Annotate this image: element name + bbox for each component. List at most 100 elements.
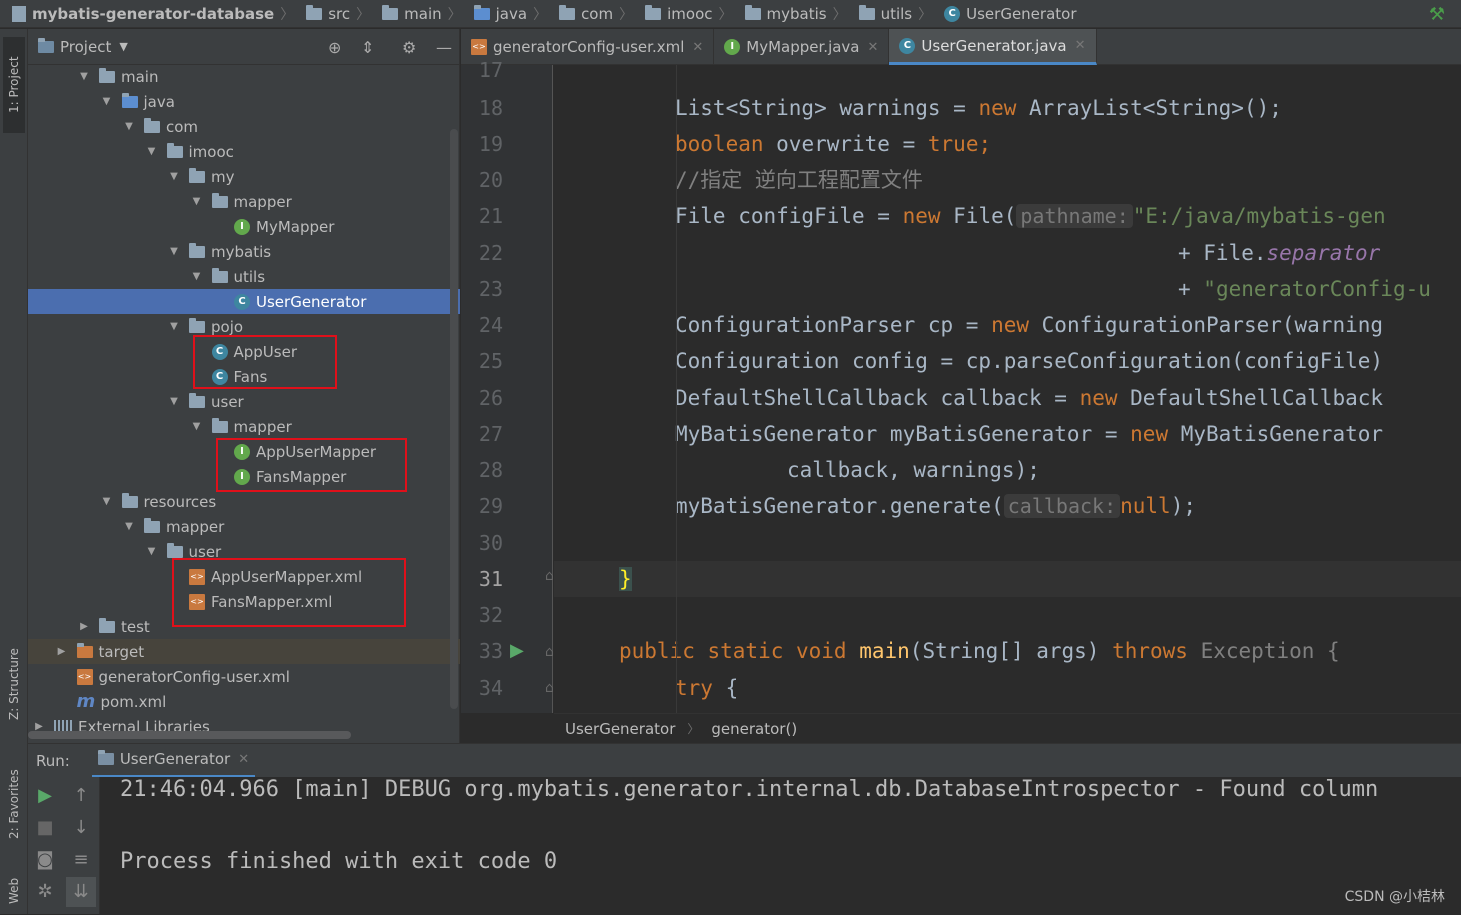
tree-item[interactable]: m pom.xml [28, 689, 460, 714]
breadcrumb-file[interactable]: C UserGenerator [940, 0, 1080, 28]
collapse-all-icon[interactable]: ⇕ [361, 38, 374, 57]
stop-icon[interactable]: ■ [34, 817, 56, 838]
expand-arrow-icon[interactable]: ▼ [167, 321, 181, 332]
expand-arrow-icon[interactable]: ▼ [190, 196, 204, 207]
fold-icon[interactable]: ⌂ [545, 680, 554, 696]
breadcrumb-project[interactable]: mybatis-generator-database 〉 [0, 0, 302, 28]
line-number: 25 [478, 349, 503, 373]
tree-item-label: user [211, 392, 244, 411]
tree-item-label: mapper [233, 192, 292, 211]
expand-arrow-icon[interactable]: ▼ [167, 171, 181, 182]
run-tab-usergenerator[interactable]: UserGenerator ✕ [91, 744, 256, 778]
close-icon[interactable]: ✕ [692, 40, 703, 55]
rerun-icon[interactable]: ▶ [34, 785, 56, 806]
tree-item[interactable]: ▶ target [28, 639, 460, 664]
code-line: File configFile = new File(pathname: "E:/… [675, 204, 1386, 228]
tool-tab-structure[interactable]: Z: Structure [3, 629, 25, 739]
expand-arrow-icon[interactable]: ▼ [167, 246, 181, 257]
tree-item-label: utils [233, 267, 266, 286]
breadcrumb-java[interactable]: java 〉 [470, 0, 555, 28]
line-number: 22 [478, 241, 503, 265]
tree-item[interactable]: I MyMapper [28, 214, 460, 239]
breadcrumb-utils[interactable]: utils 〉 [855, 0, 941, 28]
code-breadcrumb-class[interactable]: UserGenerator [565, 720, 675, 738]
expand-arrow-icon[interactable]: ▼ [167, 396, 181, 407]
tab-mymapper-java[interactable]: I MyMapper.java ✕ [714, 29, 890, 65]
arrow-down-icon[interactable]: ↓ [70, 817, 92, 838]
run-toolbar: ▶ ↑ ■ ↓ ◙ ≡ ✲ ⇊ [28, 777, 100, 914]
expand-arrow-icon[interactable]: ▼ [190, 271, 204, 282]
xml-file-icon: <> [76, 668, 93, 685]
build-hammer-icon[interactable]: ⚒ [1429, 4, 1445, 25]
collapse-arrow-icon[interactable]: ▶ [77, 621, 91, 632]
package-icon [559, 4, 576, 20]
scroll-to-end-icon[interactable]: ⇊ [66, 877, 96, 907]
target-folder-icon [76, 642, 93, 658]
run-gutter-icon[interactable]: ▶ [510, 640, 524, 661]
settings-icon[interactable]: ✲ [34, 881, 56, 902]
tree-item[interactable]: ▼ mybatis [28, 239, 460, 264]
tree-item[interactable]: ▼ com [28, 114, 460, 139]
breadcrumb-mybatis[interactable]: mybatis 〉 [741, 0, 855, 28]
expand-arrow-icon[interactable]: ▼ [100, 496, 114, 507]
locate-icon[interactable]: ⊕ [328, 38, 341, 57]
tool-tab-project[interactable]: 1: Project [3, 37, 25, 133]
expand-arrow-icon[interactable]: ▼ [77, 71, 91, 82]
hide-panel-icon[interactable]: — [436, 38, 452, 57]
fold-icon[interactable]: ⌂ [545, 568, 554, 584]
close-icon[interactable]: ✕ [868, 40, 879, 55]
editor-tab-bar: <> generatorConfig-user.xml ✕ I MyMapper.ja… [461, 29, 1461, 65]
breadcrumb-main[interactable]: main 〉 [378, 0, 469, 28]
close-icon[interactable]: ✕ [1075, 38, 1086, 53]
code-breadcrumb-method[interactable]: generator() [711, 720, 797, 738]
code-editor[interactable]: List<String> warnings = new ArrayList<St… [554, 65, 1461, 713]
line-number: 29 [478, 494, 503, 518]
run-panel-header: Run: UserGenerator ✕ [28, 743, 1461, 778]
expand-arrow-icon[interactable]: ▼ [122, 121, 136, 132]
tree-item[interactable]: ▼ utils [28, 264, 460, 289]
tree-item[interactable]: ▼ java [28, 89, 460, 114]
gear-icon[interactable]: ⚙ [402, 38, 416, 57]
tree-item[interactable]: ▼ my [28, 164, 460, 189]
tree-item[interactable]: ▼ mapper [28, 189, 460, 214]
camera-icon[interactable]: ◙ [34, 849, 56, 870]
package-icon [858, 4, 875, 20]
watermark: CSDN @小桔林 [1344, 889, 1445, 905]
collapse-arrow-icon[interactable]: ▶ [55, 646, 69, 657]
horizontal-scrollbar[interactable] [28, 731, 351, 739]
expand-arrow-icon[interactable]: ▼ [145, 146, 159, 157]
tab-usergenerator-java[interactable]: C UserGenerator.java ✕ [889, 29, 1097, 65]
highlight-box [193, 335, 337, 389]
tree-item[interactable]: ▼ user [28, 389, 460, 414]
tool-tab-web[interactable]: Web [3, 867, 25, 915]
project-view-selector[interactable]: Project ▼ [38, 37, 128, 56]
tree-item-label: java [143, 92, 175, 111]
console-line: 21:46:04.966 [main] DEBUG org.mybatis.ge… [120, 777, 1379, 802]
tool-tab-favorites[interactable]: 2: Favorites [3, 749, 25, 859]
line-number: 18 [478, 96, 503, 120]
arrow-up-icon[interactable]: ↑ [70, 785, 92, 806]
line-number: 24 [478, 313, 503, 337]
expand-arrow-icon[interactable]: ▼ [122, 521, 136, 532]
tree-item[interactable]: ▼ mapper [28, 414, 460, 439]
tree-item[interactable]: C UserGenerator [28, 289, 460, 314]
tree-item[interactable]: <> generatorConfig-user.xml [28, 664, 460, 689]
run-console[interactable]: 21:46:04.966 [main] DEBUG org.mybatis.ge… [100, 777, 1461, 914]
tree-item[interactable]: ▼ imooc [28, 139, 460, 164]
expand-arrow-icon[interactable]: ▼ [145, 546, 159, 557]
expand-arrow-icon[interactable]: ▼ [190, 421, 204, 432]
package-icon [645, 4, 662, 20]
code-line: public static void main(String[] args) t… [619, 639, 1340, 663]
tree-item[interactable]: ▼ mapper [28, 514, 460, 539]
tree-item[interactable]: ▼ resources [28, 489, 460, 514]
breadcrumb-com[interactable]: com 〉 [555, 0, 641, 28]
breadcrumb-imooc[interactable]: imooc 〉 [641, 0, 740, 28]
close-icon[interactable]: ✕ [238, 752, 249, 767]
vertical-scrollbar[interactable] [450, 129, 458, 709]
fold-icon[interactable]: ⌂ [545, 644, 554, 660]
tree-item[interactable]: ▼ main [28, 64, 460, 89]
indent-guide [676, 65, 677, 713]
breadcrumb-src[interactable]: src 〉 [302, 0, 378, 28]
expand-arrow-icon[interactable]: ▼ [100, 96, 114, 107]
soft-wrap-icon[interactable]: ≡ [70, 849, 92, 870]
